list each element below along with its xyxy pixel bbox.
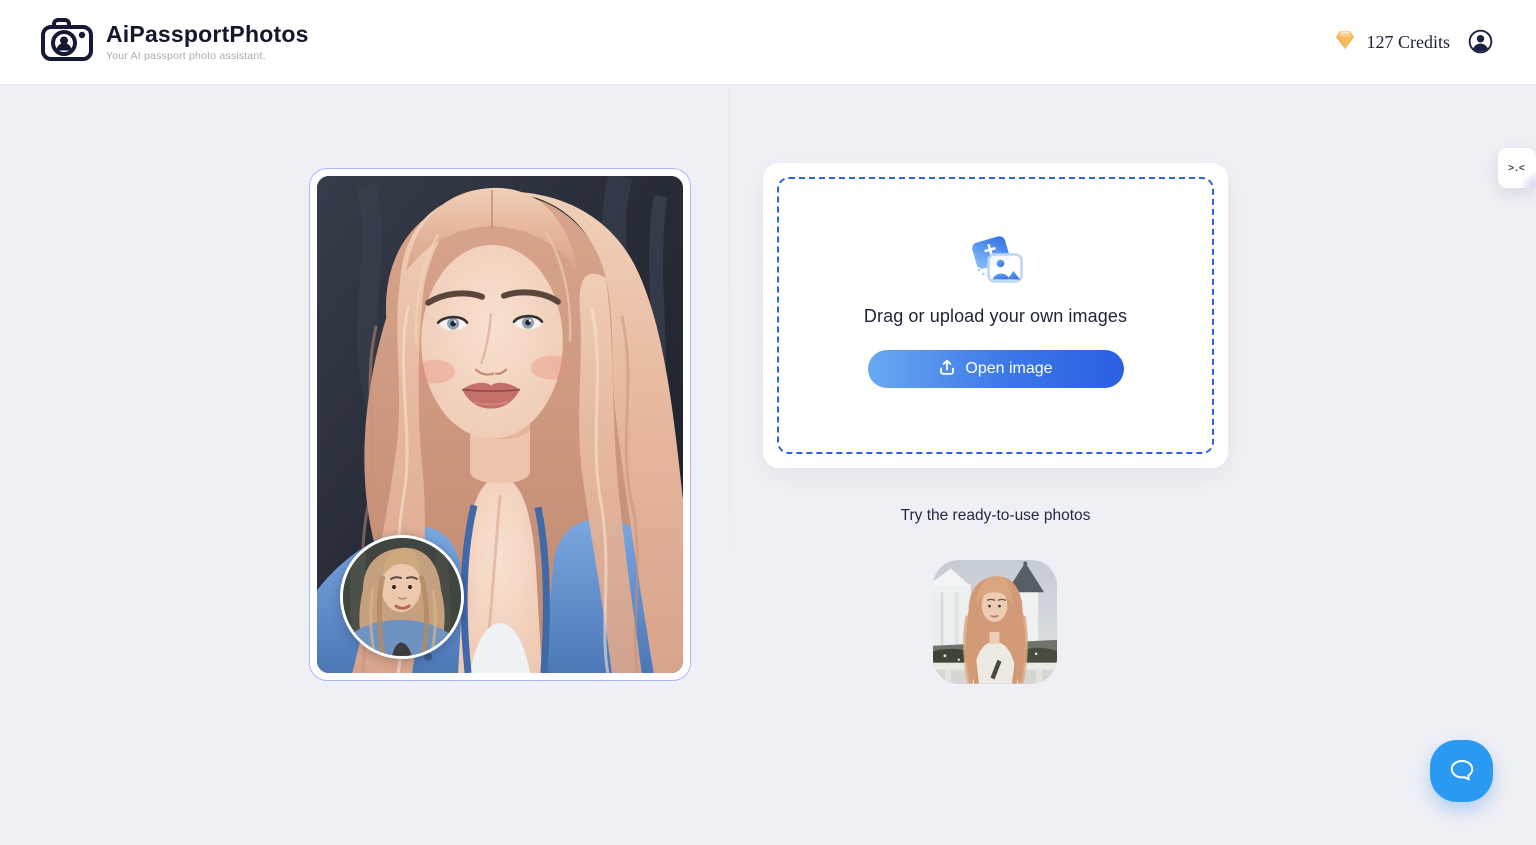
upload-images-icon	[967, 233, 1025, 287]
collapse-glyph: >.<	[1508, 162, 1526, 174]
generated-portrait-preview	[317, 176, 683, 673]
upload-dropzone[interactable]: Drag or upload your own images Open imag…	[777, 177, 1214, 454]
credits-label: 127 Credits	[1366, 31, 1451, 52]
collapse-panel-tab[interactable]: >.<	[1498, 148, 1536, 188]
original-photo-illustration	[343, 538, 461, 656]
header-right: 127 Credits	[1332, 28, 1495, 57]
account-button[interactable]	[1468, 29, 1494, 55]
open-image-label: Open image	[965, 360, 1053, 377]
brand-text: AiPassportPhotos Your AI passport photo …	[106, 20, 309, 63]
sample-photo-illustration	[933, 560, 1057, 684]
photo-preview-card	[309, 168, 691, 681]
camera-logo-icon	[40, 16, 94, 68]
dropzone-heading: Drag or upload your own images	[863, 306, 1128, 326]
original-photo-inset	[340, 535, 464, 659]
chat-button[interactable]	[1430, 740, 1493, 802]
header: AiPassportPhotos Your AI passport photo …	[0, 0, 1536, 85]
sample-photo-thumbnail[interactable]	[933, 560, 1057, 684]
account-icon	[1468, 29, 1493, 55]
open-image-button[interactable]: Open image	[867, 350, 1124, 388]
gem-icon	[1332, 28, 1358, 57]
page: AiPassportPhotos Your AI passport photo …	[0, 0, 1536, 845]
upload-arrow-icon	[938, 358, 956, 381]
upload-card: Drag or upload your own images Open imag…	[763, 163, 1228, 468]
credits-badge[interactable]: 127 Credits	[1332, 28, 1451, 57]
brand-name: AiPassportPhotos	[106, 20, 309, 47]
brand-tagline: Your AI passport photo assistant.	[106, 50, 266, 63]
samples-heading: Try the ready-to-use photos	[900, 507, 1091, 524]
vertical-divider	[729, 88, 730, 663]
chat-bubble-icon	[1447, 755, 1477, 788]
brand[interactable]: AiPassportPhotos Your AI passport photo …	[40, 16, 309, 68]
